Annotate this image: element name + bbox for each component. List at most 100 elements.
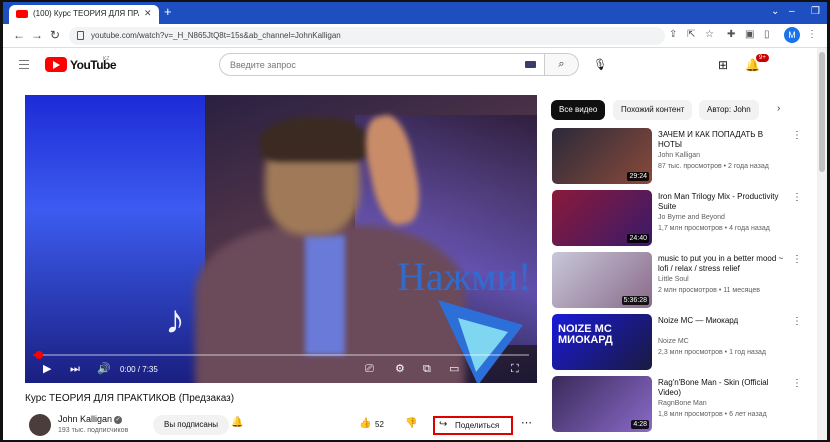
recommendation-title[interactable]: Iron Man Trilogy Mix - Productivity Suit… xyxy=(658,192,784,212)
microphone-icon[interactable]: 🎙 xyxy=(593,58,607,71)
address-bar[interactable]: youtube.com/watch?v=_H_N865JtQ8t=15s&ab_… xyxy=(69,27,665,45)
recommendation-item[interactable]: 29:24 ЗАЧЕМ И КАК ПОПАДАТЬ В НОТЫ John Kal… xyxy=(552,128,817,186)
create-video-icon[interactable]: ⊞ xyxy=(718,58,728,72)
recommendation-title[interactable]: ЗАЧЕМ И КАК ПОПАДАТЬ В НОТЫ xyxy=(658,130,784,150)
share-button[interactable]: ↪ Поделиться xyxy=(433,416,513,435)
more-options-icon[interactable]: ⋮ xyxy=(792,130,802,141)
browser-toolbar: ← → ↻ youtube.com/watch?v=_H_N865JtQ8t=1… xyxy=(3,24,827,48)
volume-icon[interactable]: 🔊 xyxy=(97,363,111,375)
recommendation-meta: 1,7 млн просмотров • 4 года назад xyxy=(658,225,770,232)
play-icon[interactable]: ▶ xyxy=(43,363,51,375)
youtube-logo-icon[interactable] xyxy=(45,57,67,72)
progress-bar[interactable] xyxy=(33,351,529,359)
recommendation-channel[interactable]: Little Soul xyxy=(658,276,689,283)
new-tab-button[interactable]: + xyxy=(164,5,172,19)
more-options-icon[interactable]: ⋮ xyxy=(792,254,802,265)
chip-author[interactable]: Автор: John xyxy=(699,100,759,120)
lock-icon xyxy=(77,31,84,40)
recommendation-item[interactable]: NOIZE MC МИОКАРД Noize MC — Миокард Noize … xyxy=(552,314,817,372)
recommendation-thumbnail[interactable]: 29:24 xyxy=(552,128,652,184)
like-dislike-group: 👍 52 👎 xyxy=(353,415,429,435)
subscribed-button[interactable]: Вы подписаны xyxy=(153,415,229,435)
video-duration: 4:28 xyxy=(631,420,649,429)
recommendation-meta: 2 млн просмотров • 11 месяцев xyxy=(658,287,760,294)
more-options-icon[interactable]: ⋮ xyxy=(792,192,802,203)
page-scrollbar[interactable] xyxy=(817,48,827,440)
more-options-icon[interactable]: ⋮ xyxy=(792,378,802,389)
share-label: Поделиться xyxy=(455,421,500,430)
forward-button[interactable]: → xyxy=(31,29,43,41)
chevron-down-icon[interactable]: ⌄ xyxy=(771,6,779,17)
recommendation-item[interactable]: 4:28 Rag'n'Bone Man - Skin (Official Vide… xyxy=(552,376,817,434)
recommendation-item[interactable]: 24:40 Iron Man Trilogy Mix - Productivity… xyxy=(552,190,817,248)
chevron-right-icon[interactable]: › xyxy=(777,103,780,114)
theater-mode-icon[interactable]: ▭ xyxy=(449,363,459,375)
miniplayer-icon[interactable]: ⧉ xyxy=(423,363,431,375)
extension-puzzle-icon[interactable]: ✚ xyxy=(727,29,735,41)
profile-avatar[interactable]: M xyxy=(784,27,800,43)
chip-related[interactable]: Похожий контент xyxy=(613,100,693,120)
fullscreen-icon[interactable]: ⛶ xyxy=(511,363,519,375)
subscription-bell-icon[interactable]: 🔔 xyxy=(231,417,243,428)
extension-icon[interactable]: ▣ xyxy=(745,29,754,41)
recommendation-thumbnail[interactable]: 24:40 xyxy=(552,190,652,246)
back-button[interactable]: ← xyxy=(13,29,25,41)
recommendation-title[interactable]: Rag'n'Bone Man - Skin (Official Video) xyxy=(658,378,784,398)
region-code: KZ xyxy=(103,56,110,62)
install-icon[interactable]: ⇪ xyxy=(669,29,677,41)
recommendation-channel[interactable]: Noize MC xyxy=(658,338,689,345)
browser-window: (100) Курс ТЕОРИЯ ДЛЯ ПРАКТИКОВ ✕ + ⌄ – … xyxy=(3,2,827,440)
bookmark-star-icon[interactable]: ☆ xyxy=(705,29,714,41)
recommendation-title[interactable]: Noize MC — Миокард xyxy=(658,316,784,326)
recommendation-channel[interactable]: RagnBone Man xyxy=(658,400,707,407)
side-panel-icon[interactable]: ▯ xyxy=(764,29,770,41)
next-video-icon[interactable]: ⏭ xyxy=(70,363,80,375)
recommendation-thumbnail[interactable]: 4:28 xyxy=(552,376,652,432)
video-duration: 5:36:28 xyxy=(621,296,649,305)
recommendation-channel[interactable]: Jo Byrne and Beyond xyxy=(658,214,725,221)
more-actions-icon[interactable]: ⋯ xyxy=(521,416,532,429)
tab-strip: (100) Курс ТЕОРИЯ ДЛЯ ПРАКТИКОВ ✕ + ⌄ – … xyxy=(3,2,827,24)
settings-gear-icon[interactable]: ⚙ xyxy=(395,363,405,375)
search-button[interactable]: ⌕ xyxy=(545,53,579,76)
youtube-header: YouTube KZ Введите запрос ⌕ 🎙 ⊞ 🔔 9+ xyxy=(3,48,817,84)
search-input[interactable]: Введите запрос xyxy=(219,53,545,76)
video-player[interactable]: ♪ Нажми! ▶ ⏭ 🔊 0:00 / 7:35 ⎚ ⚙ ⧉ ▭ ⛶ xyxy=(25,95,537,383)
channel-name[interactable]: John Kalligan ✓ xyxy=(58,414,123,424)
keyboard-icon[interactable] xyxy=(525,61,536,68)
chip-all-videos[interactable]: Все видео xyxy=(551,100,606,120)
notifications-badge: 9+ xyxy=(756,54,769,62)
like-icon[interactable]: 👍 xyxy=(359,418,371,429)
channel-avatar[interactable] xyxy=(29,414,51,436)
dislike-icon[interactable]: 👎 xyxy=(405,418,417,429)
thumbnail-caption: NOIZE MC МИОКАРД xyxy=(558,323,613,346)
recommendation-meta: 1,8 млн просмотров • 6 лет назад xyxy=(658,411,767,418)
close-tab-icon[interactable]: ✕ xyxy=(144,8,152,19)
browser-menu-icon[interactable]: ⋮ xyxy=(807,29,817,41)
recommendation-item[interactable]: 5:36:28 music to put you in a better mood… xyxy=(552,252,817,310)
recommendation-channel[interactable]: John Kalligan xyxy=(658,152,700,159)
more-options-icon[interactable]: ⋮ xyxy=(792,316,802,327)
related-chips: Все видео Похожий контент Автор: John › xyxy=(551,100,817,120)
subscriber-count: 193 тыс. подписчиков xyxy=(58,427,129,434)
minimize-icon[interactable]: – xyxy=(789,6,795,17)
recommendation-meta: 87 тыс. просмотров • 2 года назад xyxy=(658,163,769,170)
recommendation-thumbnail[interactable]: 5:36:28 xyxy=(552,252,652,308)
subtitles-icon[interactable]: ⎚ xyxy=(365,363,374,375)
reload-button[interactable]: ↻ xyxy=(50,29,60,41)
browser-tab[interactable]: (100) Курс ТЕОРИЯ ДЛЯ ПРАКТИКОВ ✕ xyxy=(9,5,159,24)
maximize-icon[interactable]: ❐ xyxy=(811,6,820,17)
channel-name-text[interactable]: John Kalligan xyxy=(58,414,112,424)
video-watermark[interactable]: Нажми! xyxy=(397,253,531,300)
video-duration: 24:40 xyxy=(627,234,649,243)
share-page-icon[interactable]: ⇱ xyxy=(687,29,695,41)
progress-scrubber[interactable] xyxy=(34,351,43,359)
music-note-icon: ♪ xyxy=(165,298,185,342)
hamburger-menu-icon[interactable] xyxy=(19,60,29,70)
recommendation-thumbnail[interactable]: NOIZE MC МИОКАРД xyxy=(552,314,652,370)
recommendation-title[interactable]: music to put you in a better mood ~ lofi… xyxy=(658,254,784,274)
tab-title: (100) Курс ТЕОРИЯ ДЛЯ ПРАКТИКОВ xyxy=(33,9,139,18)
scrollbar-thumb[interactable] xyxy=(819,52,825,172)
share-arrow-icon: ↪ xyxy=(439,419,448,430)
video-time: 0:00 / 7:35 xyxy=(120,365,158,374)
